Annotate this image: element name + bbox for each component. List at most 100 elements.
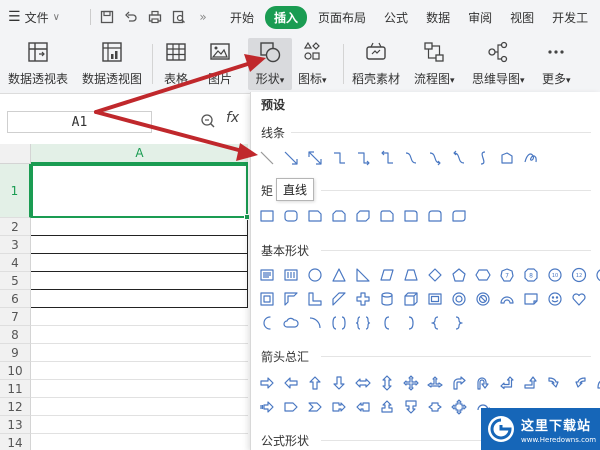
- arc-shape[interactable]: [307, 315, 323, 331]
- double-brace-shape[interactable]: [355, 315, 371, 331]
- heptagon-shape[interactable]: 7: [499, 267, 515, 283]
- pentagon-arrow-shape[interactable]: [283, 399, 299, 415]
- round-one-corner-rectangle-shape[interactable]: [403, 208, 419, 224]
- moon-shape[interactable]: [259, 315, 275, 331]
- elbow-arrow-connector-shape[interactable]: [355, 150, 371, 166]
- tab-review[interactable]: 审阅: [461, 6, 499, 29]
- left-up-arrow-shape[interactable]: [499, 375, 515, 391]
- hamburger-icon[interactable]: ☰: [8, 9, 21, 25]
- elbow-double-arrow-shape[interactable]: [379, 150, 395, 166]
- cube-shape[interactable]: [403, 291, 419, 307]
- left-brace-shape[interactable]: [427, 315, 443, 331]
- row-header-2[interactable]: 2: [0, 218, 31, 236]
- docer-material-button[interactable]: 稻壳素材: [352, 38, 400, 90]
- cross-shape[interactable]: [355, 291, 371, 307]
- row-header-4[interactable]: 4: [0, 254, 31, 272]
- round-diagonal-rectangle-shape[interactable]: [451, 208, 467, 224]
- flowchart-button[interactable]: 流程图▾: [414, 38, 455, 90]
- curved-up-arrow-shape[interactable]: [595, 375, 600, 391]
- pentagon-shape[interactable]: [451, 267, 467, 283]
- left-right-up-arrow-shape[interactable]: [427, 375, 443, 391]
- cell-a7[interactable]: [31, 308, 248, 326]
- cell-a6[interactable]: [31, 290, 248, 308]
- row-header-5[interactable]: 5: [0, 272, 31, 290]
- cell-a9[interactable]: [31, 344, 248, 362]
- quad-arrow-callout-shape[interactable]: [451, 399, 467, 415]
- right-triangle-shape[interactable]: [355, 267, 371, 283]
- left-arrow-callout-shape[interactable]: [355, 399, 371, 415]
- down-arrow-callout-shape[interactable]: [403, 399, 419, 415]
- curved-left-arrow-shape[interactable]: [571, 375, 587, 391]
- print-icon[interactable]: [147, 9, 163, 25]
- curve-shape[interactable]: [475, 150, 491, 166]
- row-header-1[interactable]: 1: [0, 164, 31, 218]
- row-header-10[interactable]: 10: [0, 362, 31, 380]
- row-header-9[interactable]: 9: [0, 344, 31, 362]
- right-bracket-shape[interactable]: [403, 315, 419, 331]
- cell-a14[interactable]: [31, 434, 248, 450]
- up-down-arrow-shape[interactable]: [379, 375, 395, 391]
- tab-developer[interactable]: 开发工: [545, 6, 595, 29]
- freeform-shape[interactable]: [499, 150, 515, 166]
- cell-a2[interactable]: [31, 218, 248, 236]
- cell-a10[interactable]: [31, 362, 248, 380]
- right-arrow-shape[interactable]: [259, 375, 275, 391]
- donut-shape[interactable]: [451, 291, 467, 307]
- tab-view[interactable]: 视图: [503, 6, 541, 29]
- row-header-6[interactable]: 6: [0, 290, 31, 308]
- arrow-line-shape[interactable]: [283, 150, 299, 166]
- decagon-shape[interactable]: 10: [547, 267, 563, 283]
- file-menu[interactable]: ☰ 文件 ∨: [0, 9, 86, 26]
- bent-arrow-shape[interactable]: [451, 375, 467, 391]
- snip-corner-rectangle-shape[interactable]: [307, 208, 323, 224]
- tab-data[interactable]: 数据: [419, 6, 457, 29]
- oval-shape[interactable]: [307, 267, 323, 283]
- rectangle-shape[interactable]: [259, 208, 275, 224]
- cell-a5[interactable]: [31, 272, 248, 290]
- table-button[interactable]: 表格: [162, 38, 190, 90]
- snip-same-side-rectangle-shape[interactable]: [331, 208, 347, 224]
- cell-a4[interactable]: [31, 254, 248, 272]
- half-frame-shape[interactable]: [283, 291, 299, 307]
- elbow-connector-shape[interactable]: [331, 150, 347, 166]
- picture-button[interactable]: 图片: [206, 38, 234, 90]
- octagon-shape[interactable]: 8: [523, 267, 539, 283]
- diagonal-stripe-shape[interactable]: [331, 291, 347, 307]
- curved-right-arrow-shape[interactable]: [547, 375, 563, 391]
- parallelogram-shape[interactable]: [379, 267, 395, 283]
- right-arrow-callout-shape[interactable]: [331, 399, 347, 415]
- right-brace-shape[interactable]: [451, 315, 467, 331]
- curved-connector-shape[interactable]: [403, 150, 419, 166]
- scribble-shape[interactable]: [523, 150, 539, 166]
- row-header-8[interactable]: 8: [0, 326, 31, 344]
- bevel-shape[interactable]: [427, 291, 443, 307]
- preview-icon[interactable]: [171, 9, 187, 25]
- bent-up-arrow-shape[interactable]: [523, 375, 539, 391]
- chevron-shape[interactable]: [307, 399, 323, 415]
- double-bracket-shape[interactable]: [331, 315, 347, 331]
- up-arrow-shape[interactable]: [307, 375, 323, 391]
- can-shape[interactable]: [379, 291, 395, 307]
- selected-cell-a1[interactable]: [31, 164, 250, 220]
- select-all-corner[interactable]: [0, 144, 31, 164]
- curved-arrow-connector-shape[interactable]: [427, 150, 443, 166]
- more-chevron-icon[interactable]: »: [195, 9, 211, 25]
- row-header-11[interactable]: 11: [0, 380, 31, 398]
- cloud-shape[interactable]: [283, 315, 299, 331]
- mindmap-button[interactable]: 思维导图▾: [472, 38, 525, 90]
- tab-home[interactable]: 开始: [223, 6, 261, 29]
- frame-shape[interactable]: [259, 291, 275, 307]
- row-header-7[interactable]: 7: [0, 308, 31, 326]
- row-header-12[interactable]: 12: [0, 398, 31, 416]
- round-same-side-rectangle-shape[interactable]: [427, 208, 443, 224]
- l-shape[interactable]: [307, 291, 323, 307]
- text-box-shape[interactable]: [259, 267, 275, 283]
- cell-a13[interactable]: [31, 416, 248, 434]
- save-icon[interactable]: [99, 9, 115, 25]
- curved-double-arrow-shape[interactable]: [451, 150, 467, 166]
- tab-page-layout[interactable]: 页面布局: [311, 6, 373, 29]
- block-arc-shape[interactable]: [499, 291, 515, 307]
- spreadsheet-grid[interactable]: A 1 2 3 4 5 6 7 8 9 10 11 12 13 14: [0, 144, 250, 450]
- dodecagon-shape[interactable]: 12: [571, 267, 587, 283]
- heart-shape[interactable]: [571, 291, 587, 307]
